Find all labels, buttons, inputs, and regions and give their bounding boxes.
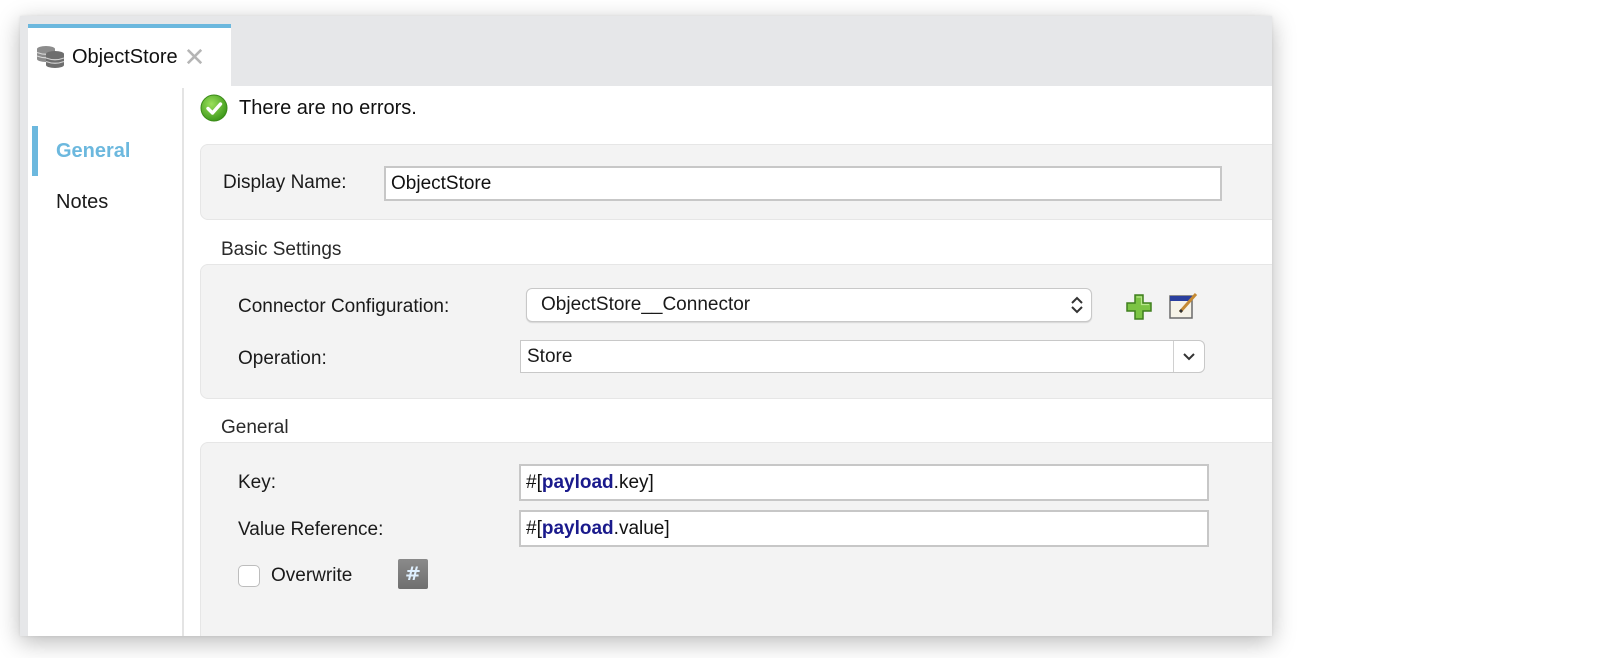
overwrite-label: Overwrite [271,565,353,586]
value-reference-expression: #[payload.value] [526,517,670,539]
operation-select[interactable]: Store [520,340,1205,373]
value-reference-input[interactable]: #[payload.value] [519,510,1209,547]
tab-objectstore[interactable]: ObjectStore ✕ [28,24,231,86]
basic-settings-title: Basic Settings [221,239,342,260]
sidebar-item-general[interactable]: General [32,126,182,176]
general-section-title: General [221,417,289,438]
window-left-strip [20,16,28,636]
check-circle-icon [200,94,228,122]
expression-toggle-button[interactable]: # [398,559,428,589]
edit-config-icon[interactable] [1168,290,1198,320]
operation-value: Store [527,345,573,367]
database-icon [36,46,65,68]
plus-icon[interactable] [1124,292,1154,322]
key-expression: #[payload.key] [526,471,654,493]
connector-configuration-label: Connector Configuration: [238,296,450,317]
operation-label: Operation: [238,348,327,369]
close-icon[interactable]: ✕ [184,44,206,70]
basic-settings-panel [200,264,1272,399]
chevron-down-icon [1183,352,1195,360]
connector-configuration-value: ObjectStore__Connector [541,294,751,315]
status-text: There are no errors. [239,96,417,119]
sidebar-divider [182,88,184,636]
key-label: Key: [238,472,277,493]
key-input[interactable]: #[payload.key] [519,464,1209,501]
sidebar-item-notes[interactable]: Notes [32,177,182,227]
display-name-value: ObjectStore [391,172,492,194]
operation-dropdown-button[interactable] [1173,341,1204,372]
tab-bar: ObjectStore ✕ [28,16,1272,86]
updown-chevron-icon [1071,296,1083,314]
display-name-input[interactable]: ObjectStore [384,166,1222,201]
value-reference-label: Value Reference: [238,519,384,540]
connector-configuration-select[interactable]: ObjectStore__Connector [526,288,1092,322]
hash-icon: # [405,563,421,585]
overwrite-checkbox[interactable] [238,565,260,587]
display-name-label: Display Name: [223,172,347,193]
sidebar-item-label: Notes [56,190,109,213]
properties-window: ObjectStore ✕ General Notes There are no… [20,16,1272,636]
tab-title: ObjectStore [72,45,178,68]
sidebar: General Notes [28,86,183,636]
sidebar-item-label: General [56,139,131,162]
validation-status: There are no errors. [200,94,417,122]
